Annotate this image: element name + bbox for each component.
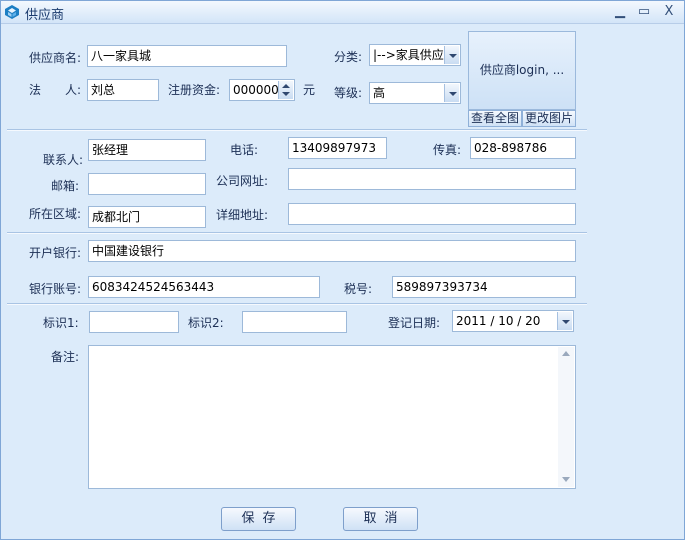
date-label: 登记日期: xyxy=(388,316,441,330)
grade-select[interactable]: 高 xyxy=(369,82,461,104)
address-input[interactable] xyxy=(288,203,576,225)
chevron-down-icon[interactable] xyxy=(444,84,459,102)
bank-label: 开户银行: xyxy=(29,246,82,260)
website-input[interactable] xyxy=(288,168,576,190)
grade-label: 等级: xyxy=(334,86,363,100)
phone-input[interactable]: 13409897973 xyxy=(288,137,387,159)
bank-input[interactable]: 中国建设银行 xyxy=(88,240,576,262)
close-icon[interactable]: X xyxy=(659,3,679,21)
note-textarea[interactable] xyxy=(88,345,576,489)
tax-label: 税号: xyxy=(344,282,373,296)
chevron-down-icon[interactable] xyxy=(444,46,459,64)
contact-person-label: 联系人: xyxy=(43,153,84,167)
tag2-label: 标识2: xyxy=(188,316,224,330)
capital-label: 注册资金: xyxy=(168,83,221,97)
capital-stepper[interactable]: 0000000 xyxy=(229,79,295,101)
supplier-window: 供应商 ▁ ▭ X 供应商名: 八一家具城 分类: |-->家具供应 法 人: … xyxy=(0,0,685,540)
phone-label: 电话: xyxy=(230,143,259,157)
category-value: |-->家具供应 xyxy=(373,48,444,62)
window-title: 供应商 xyxy=(25,8,65,23)
fax-label: 传真: xyxy=(433,143,462,157)
contact-person-input[interactable]: 张经理 xyxy=(88,139,206,161)
tag1-input[interactable] xyxy=(89,311,179,333)
divider xyxy=(7,303,587,305)
website-label: 公司网址: xyxy=(216,174,269,188)
spin-arrows-icon[interactable] xyxy=(278,81,293,99)
capital-unit: 元 xyxy=(303,83,316,97)
email-label: 邮箱: xyxy=(51,179,80,193)
account-input[interactable]: 6083424524563443 xyxy=(88,276,320,298)
calendar-dropdown-icon[interactable] xyxy=(557,312,572,330)
email-input[interactable] xyxy=(88,173,206,195)
divider xyxy=(7,232,587,234)
region-input[interactable]: 成都北门 xyxy=(88,206,206,228)
maximize-icon[interactable]: ▭ xyxy=(634,3,654,21)
supplier-name-label: 供应商名: xyxy=(29,51,82,65)
note-scrollbar[interactable] xyxy=(558,347,574,487)
category-label: 分类: xyxy=(334,50,363,64)
tag2-input[interactable] xyxy=(242,311,347,333)
title-bar[interactable]: 供应商 ▁ ▭ X xyxy=(1,1,684,24)
fax-input[interactable]: 028-898786 xyxy=(470,137,576,159)
grade-value: 高 xyxy=(373,86,386,100)
date-value: 2011 / 10 / 20 xyxy=(456,314,541,328)
supplier-name-input[interactable]: 八一家具城 xyxy=(87,45,287,67)
app-icon xyxy=(5,5,19,19)
region-label: 所在区域: xyxy=(29,207,82,221)
tag1-label: 标识1: xyxy=(43,316,79,330)
legal-person-label: 法 人: xyxy=(29,83,82,97)
cancel-button[interactable]: 取消 xyxy=(343,507,418,531)
address-label: 详细地址: xyxy=(216,208,269,222)
tax-input[interactable]: 589897393734 xyxy=(392,276,576,298)
legal-person-input[interactable]: 刘总 xyxy=(87,79,159,101)
note-label: 备注: xyxy=(51,350,80,364)
divider xyxy=(7,129,587,131)
account-label: 银行账号: xyxy=(29,282,82,296)
scroll-up-icon[interactable] xyxy=(562,351,570,356)
view-image-button[interactable]: 查看全图 xyxy=(468,110,522,127)
supplier-image[interactable]: 供应商login, ... xyxy=(468,31,576,110)
date-picker[interactable]: 2011 / 10 / 20 xyxy=(452,310,574,332)
category-select[interactable]: |-->家具供应 xyxy=(369,44,461,66)
change-image-button[interactable]: 更改图片 xyxy=(522,110,576,127)
scroll-down-icon[interactable] xyxy=(562,477,570,482)
minimize-icon[interactable]: ▁ xyxy=(610,3,630,21)
save-button[interactable]: 保存 xyxy=(221,507,296,531)
